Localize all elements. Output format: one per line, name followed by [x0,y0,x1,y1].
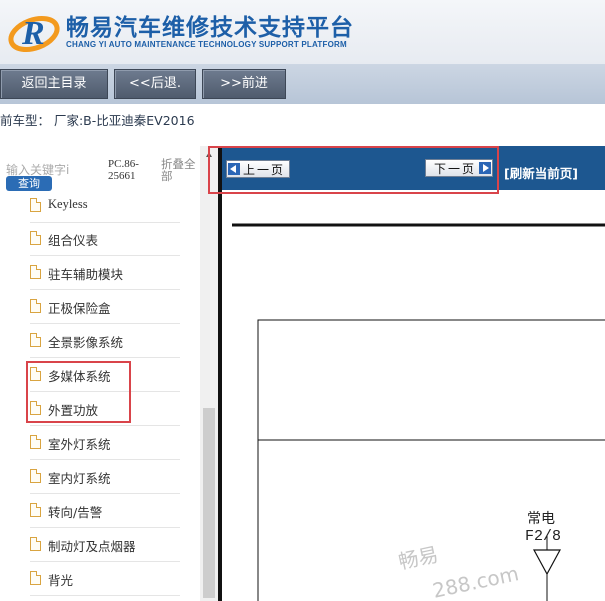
tree-item-label: 室外灯系统 [48,437,111,452]
back-button[interactable]: <<后退. [114,69,196,99]
tree-item-backlight[interactable]: 背光 [30,563,180,596]
tree-item-keyless[interactable]: Keyless [30,196,180,223]
brand-subtitle: CHANG YI AUTO MAINTENANCE TECHNOLOGY SUP… [66,40,347,49]
document-icon [30,231,41,245]
brand-title: 畅易汽车维修技术支持平台 [66,15,354,41]
document-icon [30,265,41,279]
search-button[interactable]: 查询 [6,176,52,191]
document-icon [30,537,41,551]
tree-item-brake-lights[interactable]: 制动灯及点烟器 [30,529,180,562]
tree-item-label: Keyless [48,197,88,211]
tree-item-panoramic-view[interactable]: 全景影像系统 [30,325,180,358]
tree-item-label: 室内灯系统 [48,471,111,486]
document-icon [30,571,41,585]
document-icon [30,469,41,483]
tree-item-interior-lights[interactable]: 室内灯系统 [30,461,180,494]
tree-item-label: 驻车辅助模块 [48,267,124,282]
document-icon [30,503,41,517]
app-header: R 畅易汽车维修技术支持平台 CHANG YI AUTO MAINTENANCE… [0,0,605,64]
tree-item-label: 组合仪表 [48,233,99,248]
tree-item-label: 全景影像系统 [48,335,124,350]
vehicle-model-label: 前车型： 厂家:B-比亚迪秦EV2016 [0,113,195,128]
document-icon [30,435,41,449]
document-icon [30,198,41,212]
svg-text:R: R [21,15,45,52]
home-button[interactable]: 返回主目录 [0,69,108,99]
pager-highlight-box [208,146,499,194]
fuse-label: F2/8 [525,528,562,545]
document-icon [30,333,41,347]
refresh-page-link[interactable]: [刷新当前页] [504,163,578,182]
tree-item-label: 转向/告警 [48,505,103,520]
logo-icon: R [8,15,60,53]
scrollbar-thumb[interactable] [203,408,215,598]
nav-bar: 返回主目录 <<后退. >>前进 [0,64,605,104]
document-icon [30,299,41,313]
tree-item-exterior-lights[interactable]: 室外灯系统 [30,427,180,460]
tree-scrollbar[interactable] [200,146,218,601]
fuse-symbol [532,549,562,576]
tree-item-positive-fuse-box[interactable]: 正极保险盒 [30,291,180,324]
forward-button[interactable]: >>前进 [202,69,286,99]
tree-item-label: 背光 [48,573,74,588]
tree-item-instrument-cluster[interactable]: 组合仪表 [30,223,180,256]
tree-item-parking-assist[interactable]: 驻车辅助模块 [30,257,180,290]
items-highlight-box [26,361,131,423]
diagram-view: 常电 F2/8 畅易 288.com [222,190,605,601]
tree-item-label: 正极保险盒 [48,301,111,316]
power-label: 常电 [527,511,555,527]
doc-code: PC.86-25661 [108,158,139,182]
tree-item-label: 制动灯及点烟器 [48,539,136,554]
tree-item-turn-warning[interactable]: 转向/告警 [30,495,180,528]
collapse-all-link[interactable]: 折叠全部 [161,158,201,182]
vehicle-info-bar: 前车型： 厂家:B-比亚迪秦EV2016 [0,104,605,146]
